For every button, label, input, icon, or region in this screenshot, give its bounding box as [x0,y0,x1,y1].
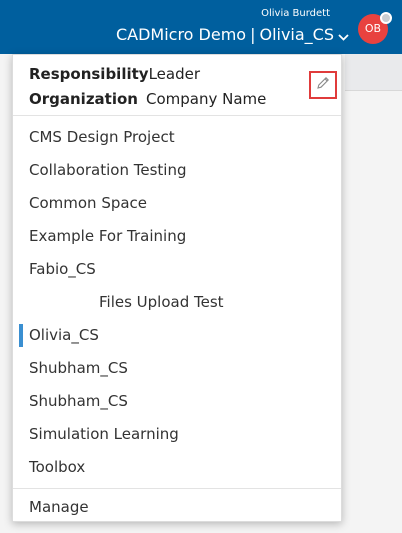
manage-label: Manage [29,498,89,516]
responsibility-row: ResponsibilityLeader [29,65,200,83]
organization-row: Organization Company Name [29,90,266,108]
edit-button[interactable] [309,71,337,99]
workspace-item-label: Simulation Learning [29,425,179,443]
workspace-item-label: CMS Design Project [29,128,175,146]
current-workspace: Olivia_CS [259,25,334,44]
workspace-item[interactable]: Toolbox [13,451,341,484]
workspace-item[interactable]: Fabio_CS [13,253,341,286]
workspace-item[interactable]: Shubham_CS [13,352,341,385]
workspace-item-label: Olivia_CS [29,326,99,344]
selection-indicator [19,324,23,347]
user-info-panel: ResponsibilityLeader Organization Company… [13,55,341,116]
workspace-item-label: Toolbox [29,458,86,476]
chevron-down-icon [338,26,349,45]
pencil-icon [315,75,331,95]
workspace-item-label: Collaboration Testing [29,161,187,179]
workspace-dropdown: ResponsibilityLeader Organization Company… [12,54,342,522]
top-bar: Olivia Burdett CADMicro Demo | Olivia_CS O… [0,0,402,54]
workspace-item-label: Fabio_CS [29,260,96,278]
workspace-item-label: Shubham_CS [29,359,128,377]
user-name: Olivia Burdett [261,8,330,19]
divider [13,488,341,489]
responsibility-value: Leader [148,65,200,83]
workspace-item[interactable]: CMS Design Project [13,121,341,154]
workspace-item[interactable]: Example For Training [13,220,341,253]
workspace-item[interactable]: Common Space [13,187,341,220]
tenant-separator: | [250,25,256,44]
workspace-item[interactable]: Simulation Learning [13,418,341,451]
workspace-item[interactable]: Shubham_CS [13,385,341,418]
workspace-item-label: Example For Training [29,227,187,245]
organization-label: Organization [29,90,138,108]
workspace-switcher[interactable]: CADMicro Demo | Olivia_CS [116,25,349,45]
manage-link[interactable]: Manage [13,491,341,524]
toolbar-strip [345,54,402,91]
workspace-item-selected[interactable]: Olivia_CS [13,319,341,352]
workspace-item[interactable]: Files Upload Test [13,286,341,319]
tenant-name: CADMicro Demo [115,25,247,44]
responsibility-label: Responsibility [29,65,149,83]
organization-value: Company Name [145,90,267,108]
status-dot-icon [380,12,392,24]
workspace-item-label: Shubham_CS [29,392,128,410]
workspace-item-label: Common Space [29,194,148,212]
workspace-item-label: Files Upload Test [99,293,224,311]
workspace-item[interactable]: Collaboration Testing [13,154,341,187]
